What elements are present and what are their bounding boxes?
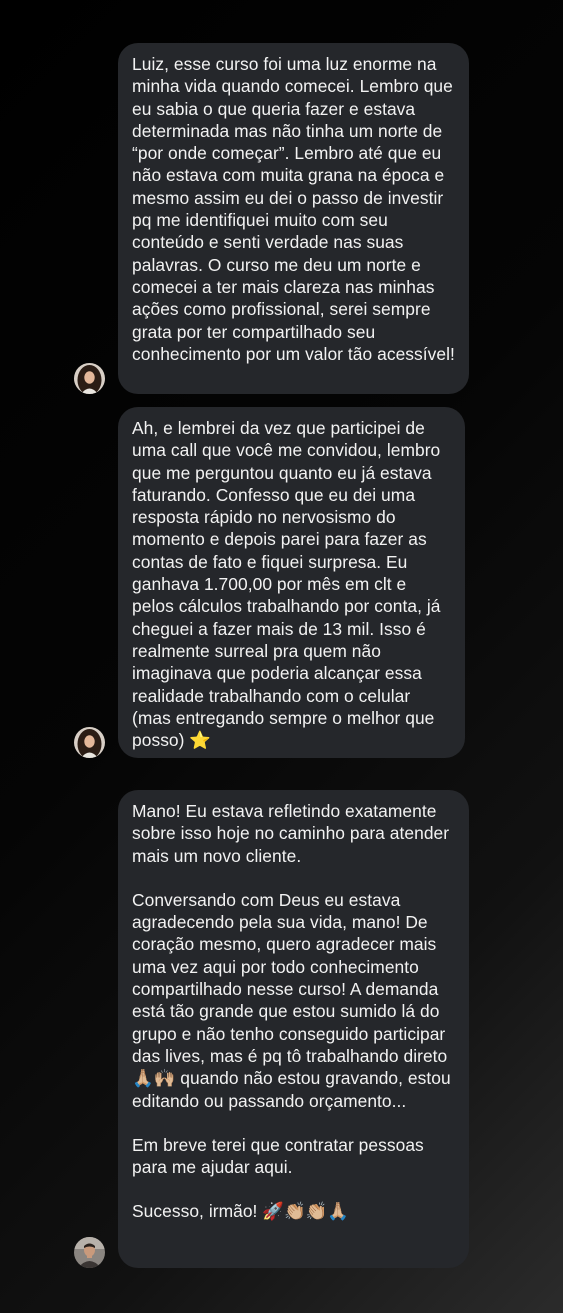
message-text: Em breve terei que contratar pessoas par… bbox=[132, 1134, 429, 1178]
chat-thread: Luiz, esse curso foi uma luz enorme na m… bbox=[0, 0, 563, 1313]
contact-avatar-icon[interactable] bbox=[74, 727, 105, 758]
message-bubble[interactable]: Ah, e lembrei da vez que participei de u… bbox=[118, 407, 465, 758]
message-bubble[interactable]: Mano! Eu estava refletindo exatamente so… bbox=[118, 790, 469, 1268]
message-bubble[interactable]: Luiz, esse curso foi uma luz enorme na m… bbox=[118, 43, 469, 394]
message-text: Conversando com Deus eu estava agradecen… bbox=[132, 889, 456, 1111]
contact-avatar-icon[interactable] bbox=[74, 363, 105, 394]
message-text: Luiz, esse curso foi uma luz enorme na m… bbox=[132, 54, 458, 364]
message-text: Ah, e lembrei da vez que participei de u… bbox=[132, 418, 446, 751]
message-text: Sucesso, irmão! 🚀👏🏼👏🏼🙏🏼 bbox=[132, 1201, 350, 1222]
message-text: Mano! Eu estava refletindo exatamente so… bbox=[132, 801, 455, 866]
contact-avatar-icon[interactable] bbox=[74, 1237, 105, 1268]
